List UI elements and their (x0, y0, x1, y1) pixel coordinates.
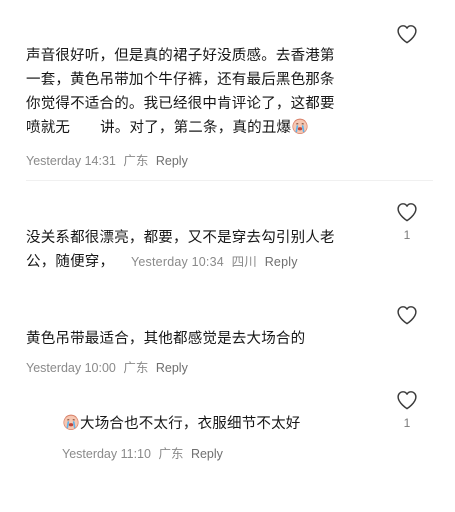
comment-2-location: 四川 (231, 255, 257, 269)
comment-3-like[interactable] (395, 305, 419, 325)
comment-1-text: 声音很好听，但是真的裙子好没质感。去香港第 一套，黄色吊带加个牛仔裤，还有最后黑… (26, 44, 386, 140)
comment-1-line-4: 喷就无 讲。对了，第二条，真的丑爆 (26, 116, 386, 140)
comment-3-reply-button[interactable]: Reply (156, 361, 188, 375)
comment-4-like-count: 1 (403, 416, 411, 430)
comment-1-meta: Yesterday 14:31 广东 Reply (26, 150, 188, 169)
comment-3-time: Yesterday 10:00 (26, 361, 116, 375)
comment-4-line-1: 大场合也不太行，衣服细节不太好 (62, 412, 382, 436)
comment-1-line-2: 一套，黄色吊带加个牛仔裤，还有最后黑色那条 (26, 72, 335, 88)
comment-1-line-4-end: 讲。对了，第二条，真的丑爆 (100, 120, 292, 136)
comment-2-time: Yesterday 10:34 (131, 255, 224, 269)
comment-2-reply-button[interactable]: Reply (265, 255, 298, 269)
comment-4-meta: Yesterday 11:10 广东 Reply (62, 443, 223, 462)
comment-2-text: 没关系都很漂亮，都要，又不是穿去勾引别人老 公，随便穿， Yesterday 1… (26, 226, 386, 274)
comment-1-time: Yesterday 14:31 (26, 154, 116, 168)
comment-3-text: 黄色吊带最适合，其他都感觉是去大场合的 (26, 327, 386, 351)
comment-2-line-1: 没关系都很漂亮，都要，又不是穿去勾引别人老 (26, 230, 335, 246)
divider (26, 180, 433, 181)
comment-2-like-count: 1 (403, 228, 411, 242)
comment-3-line-1: 黄色吊带最适合，其他都感觉是去大场合的 (26, 331, 306, 347)
comment-2-line-2-text: 公，随便穿， (26, 254, 115, 270)
comment-3-location: 广东 (123, 361, 149, 375)
comment-1-like[interactable] (395, 24, 419, 44)
comment-1-line-3: 你觉得不适合的。我已经很中肯评论了，这都要 (26, 96, 335, 112)
comment-4-reply-button[interactable]: Reply (191, 447, 223, 461)
comment-4-time: Yesterday 11:10 (62, 447, 151, 461)
comment-2-meta: Yesterday 10:34 四川 Reply (131, 255, 298, 269)
heart-icon[interactable] (396, 305, 418, 325)
comment-1-line-4-start: 喷就无 (26, 120, 71, 136)
comment-4-body: 大场合也不太行，衣服细节不太好 (80, 416, 301, 432)
heart-icon[interactable] (396, 202, 418, 222)
heart-icon[interactable] (396, 24, 418, 44)
comment-4-like[interactable]: 1 (395, 390, 419, 430)
comment-1-line-1: 声音很好听，但是真的裙子好没质感。去香港第 (26, 48, 335, 64)
crying-face-icon (291, 117, 309, 135)
comment-4-location: 广东 (158, 447, 184, 461)
comment-4-text: 大场合也不太行，衣服细节不太好 (62, 412, 382, 436)
comment-1-location: 广东 (123, 154, 149, 168)
comment-3-meta: Yesterday 10:00 广东 Reply (26, 357, 188, 376)
comment-2-line-2: 公，随便穿， Yesterday 10:34 四川 Reply (26, 250, 386, 274)
crying-face-icon (62, 413, 80, 431)
heart-icon[interactable] (396, 390, 418, 410)
comment-1-reply-button[interactable]: Reply (156, 154, 188, 168)
comment-1: 声音很好听，但是真的裙子好没质感。去香港第 一套，黄色吊带加个牛仔裤，还有最后黑… (0, 0, 455, 180)
comment-2-like[interactable]: 1 (395, 202, 419, 242)
